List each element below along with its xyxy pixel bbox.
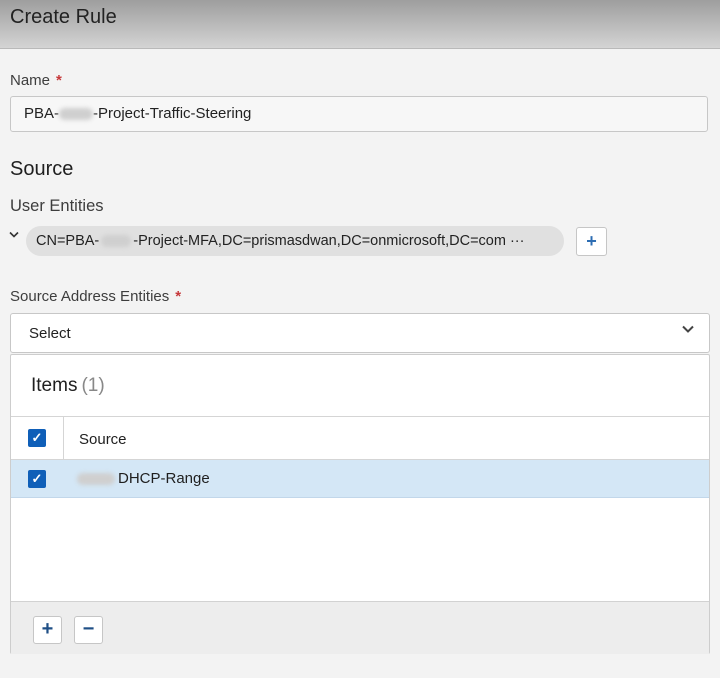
- table-header: ✓ Source: [11, 417, 709, 460]
- redacted-text: [101, 235, 132, 248]
- name-input[interactable]: PBA- -Project-Traffic-Steering: [10, 96, 708, 132]
- items-footer: + −: [11, 601, 709, 654]
- select-value: Select: [29, 325, 71, 342]
- required-asterisk: *: [56, 72, 62, 89]
- dialog-title: Create Rule: [10, 6, 117, 28]
- add-item-button[interactable]: +: [33, 616, 62, 644]
- items-panel: Items (1) ✓ Source ✓ DHCP-Range + −: [10, 354, 710, 654]
- chevron-down-icon[interactable]: [9, 228, 19, 242]
- required-asterisk: *: [175, 288, 182, 305]
- redacted-text: [77, 473, 115, 486]
- remove-item-button[interactable]: −: [74, 616, 103, 644]
- source-heading: Source: [10, 158, 74, 180]
- more-icon[interactable]: ···: [510, 233, 525, 249]
- table-row[interactable]: ✓ DHCP-Range: [11, 460, 709, 498]
- source-address-label: Source Address Entities *: [10, 288, 182, 305]
- source-address-select[interactable]: Select: [10, 313, 710, 353]
- column-divider: [63, 417, 64, 459]
- user-entities-label: User Entities: [10, 197, 104, 215]
- select-all-checkbox[interactable]: ✓: [28, 429, 46, 447]
- items-title: Items (1): [31, 375, 105, 396]
- dialog-header: Create Rule: [0, 0, 720, 49]
- row-checkbox[interactable]: ✓: [28, 470, 46, 488]
- add-user-entity-button[interactable]: +: [576, 227, 607, 256]
- user-entity-chip[interactable]: CN=PBA- -Project-MFA,DC=prismasdwan,DC=on…: [26, 226, 564, 256]
- redacted-text: [59, 108, 94, 121]
- chevron-down-icon[interactable]: [681, 322, 695, 341]
- column-header-source: Source: [79, 431, 127, 448]
- row-value: DHCP-Range: [77, 470, 210, 487]
- items-table: ✓ Source ✓ DHCP-Range: [11, 416, 709, 498]
- name-label: Name *: [10, 72, 62, 89]
